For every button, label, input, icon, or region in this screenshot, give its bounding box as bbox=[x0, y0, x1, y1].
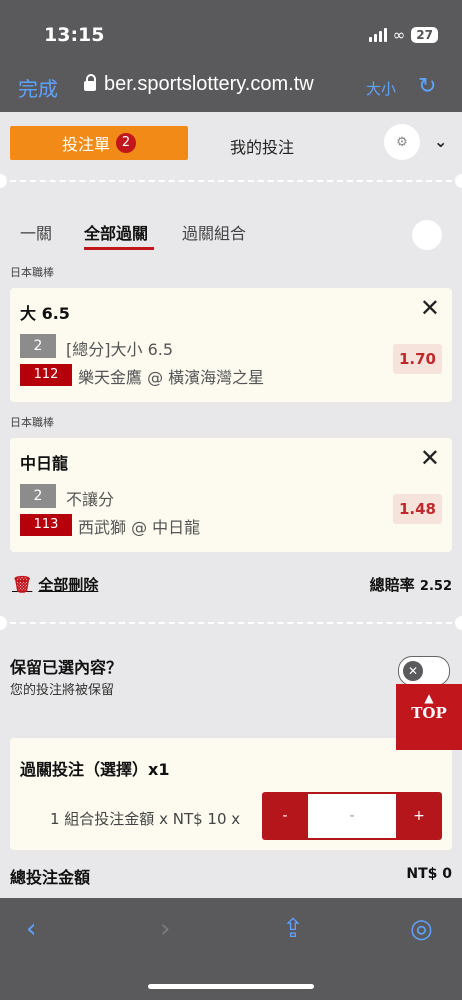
market-name: [總分]大小 6.5 bbox=[66, 340, 174, 359]
toggle-off-icon: ✕ bbox=[403, 661, 423, 681]
text-size-button[interactable]: 大小 bbox=[366, 78, 396, 99]
total-bet-value: NT$ 0 bbox=[406, 866, 452, 882]
ticket-notch-left bbox=[0, 616, 7, 630]
keep-selection-toggle[interactable]: ✕ bbox=[398, 656, 450, 686]
divider bbox=[10, 622, 452, 624]
round-button[interactable] bbox=[412, 220, 442, 250]
gear-icon[interactable]: ⚙ bbox=[384, 124, 420, 160]
parlay-subtabs: 一關 全部過關 過關組合 bbox=[0, 220, 462, 260]
total-odds-value: 2.52 bbox=[419, 579, 452, 594]
ticket-notch-right bbox=[455, 174, 462, 188]
bet-card: 大 6.5 ✕ 2 [總分]大小 6.5 112 樂天金鷹 @ 橫濱海灣之星 1… bbox=[10, 288, 452, 402]
compass-icon[interactable]: ◎ bbox=[410, 914, 433, 944]
chevron-down-icon[interactable]: ⌄ bbox=[434, 132, 447, 151]
signal-icon bbox=[368, 28, 387, 42]
home-indicator bbox=[148, 984, 314, 989]
delete-all-button[interactable]: 🗑 全部刪除 bbox=[12, 574, 98, 595]
browser-address-bar: 完成 ber.sportslottery.com.tw 大小 ↻ bbox=[0, 62, 462, 112]
delete-all-label: 全部刪除 bbox=[38, 576, 99, 594]
bet-selection: 中日龍 bbox=[20, 454, 69, 473]
status-icons: ∞ 27 bbox=[368, 26, 438, 44]
odds-value: 1.70 bbox=[392, 344, 442, 374]
total-bet-label: 總投注金額 bbox=[10, 868, 91, 887]
trash-icon: 🗑 bbox=[12, 575, 33, 594]
bet-selection: 大 6.5 bbox=[20, 304, 70, 323]
divider bbox=[10, 180, 452, 182]
betslip-count-badge: 2 bbox=[116, 133, 136, 153]
bet-card: 中日龍 ✕ 2 不讓分 113 西武獅 @ 中日龍 1.48 bbox=[10, 438, 452, 552]
subtab-active-indicator bbox=[84, 247, 154, 250]
league-label: 日本職棒 bbox=[10, 416, 54, 429]
match-number: 112 bbox=[20, 364, 72, 386]
match-name: 西武獅 @ 中日龍 bbox=[78, 518, 201, 537]
subtab-single[interactable]: 一關 bbox=[20, 220, 52, 244]
league-label: 日本職棒 bbox=[10, 266, 54, 279]
tab-betslip-label: 投注單 bbox=[61, 135, 110, 154]
ticket-notch-right bbox=[455, 616, 462, 630]
share-icon[interactable]: ⇪ bbox=[282, 914, 304, 944]
keep-selection-subtitle: 您的投注將被保留 bbox=[10, 683, 115, 698]
page-content: 投注單 2 我的投注 ⚙ ⌄ 一關 全部過關 過關組合 日本職棒 大 6.5 ✕… bbox=[0, 112, 462, 898]
arrow-up-icon: ▲ bbox=[424, 691, 434, 705]
personal-hotspot-icon: ∞ bbox=[392, 26, 406, 44]
tab-my-bets[interactable]: 我的投注 bbox=[230, 134, 294, 158]
close-icon[interactable]: ✕ bbox=[420, 294, 440, 322]
market-name: 不讓分 bbox=[66, 490, 115, 509]
subtab-all-parlay[interactable]: 全部過關 bbox=[84, 220, 148, 244]
forward-icon[interactable]: › bbox=[160, 914, 170, 944]
tab-betslip[interactable]: 投注單 2 bbox=[10, 126, 188, 160]
subtab-parlay-combo[interactable]: 過關組合 bbox=[182, 220, 246, 244]
betslip-header: 投注單 2 我的投注 ⚙ ⌄ bbox=[0, 112, 462, 178]
odds-value: 1.48 bbox=[392, 494, 442, 524]
match-number: 113 bbox=[20, 514, 72, 536]
reload-icon[interactable]: ↻ bbox=[418, 74, 436, 99]
total-odds-label: 總賠率 bbox=[369, 576, 415, 594]
battery-icon: 27 bbox=[411, 27, 438, 43]
stake-input[interactable]: - bbox=[308, 794, 396, 838]
keep-selection-title: 保留已選內容？ bbox=[10, 658, 123, 677]
market-number: 2 bbox=[20, 334, 56, 358]
market-number: 2 bbox=[20, 484, 56, 508]
status-time: 13:15 bbox=[44, 24, 105, 46]
lock-icon bbox=[84, 74, 96, 91]
close-icon[interactable]: ✕ bbox=[420, 444, 440, 472]
stake-label: 1 組合投注金額 x NT$ 10 x bbox=[50, 810, 241, 828]
parlay-bet-card: 過關投注（選擇）x1 1 組合投注金額 x NT$ 10 x - - + bbox=[10, 738, 452, 850]
match-name: 樂天金鷹 @ 橫濱海灣之星 bbox=[78, 368, 265, 387]
done-button[interactable]: 完成 bbox=[18, 73, 58, 102]
back-to-top-button[interactable]: ▲ TOP bbox=[396, 684, 462, 750]
stake-stepper: - - + bbox=[262, 792, 442, 840]
url-field[interactable]: ber.sportslottery.com.tw bbox=[104, 73, 314, 96]
increase-button[interactable]: + bbox=[396, 792, 442, 840]
total-odds: 總賠率 2.52 bbox=[370, 574, 452, 595]
back-to-top-label: TOP bbox=[411, 704, 447, 722]
status-bar: 13:15 ∞ 27 bbox=[0, 0, 462, 62]
decrease-button[interactable]: - bbox=[262, 792, 308, 840]
back-icon[interactable]: ‹ bbox=[26, 914, 36, 944]
parlay-title: 過關投注（選擇）x1 bbox=[20, 760, 170, 779]
